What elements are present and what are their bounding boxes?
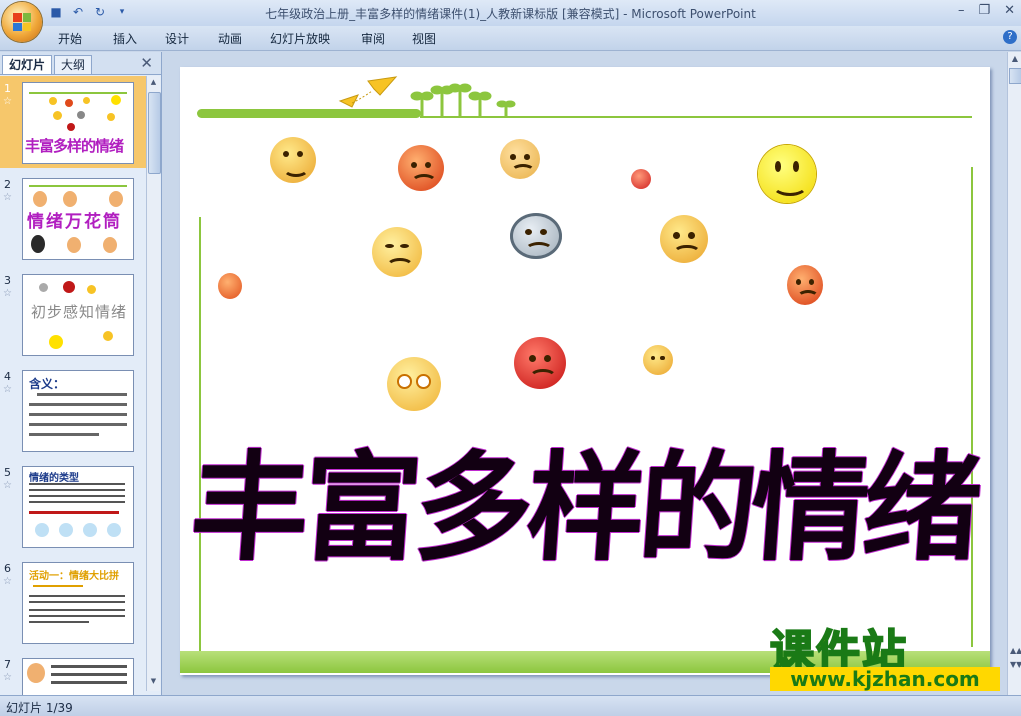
slide-indicator: 幻灯片 1/39 <box>6 701 73 715</box>
animation-star-icon: ☆ <box>3 96 12 107</box>
paper-plane-icon <box>338 76 398 108</box>
big-smiley-face-icon <box>758 145 816 203</box>
animation-star-icon: ☆ <box>3 192 12 203</box>
ribbon-tabs: 开始 插入 设计 动画 幻灯片放映 审阅 视图 ? <box>0 26 1021 51</box>
slide-thumbnail-5[interactable]: 5 ☆ 情绪的类型 <box>0 460 146 552</box>
help-icon[interactable]: ? <box>1003 30 1017 44</box>
tab-animation[interactable]: 动画 <box>218 30 242 47</box>
red-sad-face-icon <box>514 337 566 389</box>
animation-star-icon: ☆ <box>3 384 12 395</box>
slide-thumbnail-1[interactable]: 1 ☆ 丰富多样的情绪 <box>0 76 146 168</box>
animation-star-icon: ☆ <box>3 672 12 683</box>
panel-scrollbar[interactable]: ▲ ▼ <box>146 76 161 691</box>
slides-panel: 幻灯片 大纲 ✕ 1 ☆ 丰富多样的情绪 2 ☆ 情绪万花筒 3 ☆ 初步感知情… <box>0 52 162 695</box>
top-decor-line <box>197 109 421 118</box>
blushing-face-icon <box>387 357 441 411</box>
restore-icon[interactable]: ❐ <box>978 3 990 18</box>
crying-face-icon <box>643 345 673 375</box>
customize-icon[interactable]: ▾ <box>114 4 130 20</box>
sprouts-icon <box>410 83 516 117</box>
slide-canvas[interactable]: 丰富多样的情绪 <box>180 67 990 675</box>
slide-number: 4 <box>4 370 11 383</box>
tab-review[interactable]: 审阅 <box>361 30 385 47</box>
thumbnail-image: 含义： <box>22 370 134 452</box>
slide-number: 3 <box>4 274 11 287</box>
slide-editor: 丰富多样的情绪 <box>162 52 1010 695</box>
angry-red-face-icon <box>398 145 444 191</box>
watermark-logo: 课件站 www.kjzhan.com <box>769 615 1010 695</box>
slide-thumbnail-4[interactable]: 4 ☆ 含义： <box>0 364 146 456</box>
scroll-thumb[interactable] <box>1009 68 1021 84</box>
title-bar: 七年级政治上册_丰富多样的情绪课件(1)_人教新课标版 [兼容模式] - Mic… <box>0 0 1021 26</box>
quick-access-toolbar: ■ ↶ ↻ ▾ <box>48 4 130 20</box>
mad-face-icon <box>660 215 708 263</box>
grinning-face-icon <box>270 137 316 183</box>
thumbnail-title: 情绪万花筒 <box>27 212 122 232</box>
scroll-up-icon[interactable]: ▲ <box>148 78 159 90</box>
thumbnail-image: 情绪的类型 <box>22 466 134 548</box>
slide-number: 7 <box>4 658 11 671</box>
slide-number: 2 <box>4 178 11 191</box>
slide-number: 1 <box>4 82 11 95</box>
office-logo-icon <box>13 13 31 31</box>
tab-home[interactable]: 开始 <box>58 30 82 47</box>
animation-star-icon: ☆ <box>3 576 12 587</box>
tab-slideshow[interactable]: 幻灯片放映 <box>270 30 330 47</box>
close-icon[interactable]: ✕ <box>1004 3 1015 18</box>
tab-design[interactable]: 设计 <box>165 30 189 47</box>
slide-thumbnail-7[interactable]: 7 ☆ <box>0 652 146 695</box>
close-panel-icon[interactable]: ✕ <box>140 54 153 72</box>
slide-thumbnail-6[interactable]: 6 ☆ 活动一：情绪大比拼 <box>0 556 146 648</box>
slide-number: 6 <box>4 562 11 575</box>
slide-thumbnails: 1 ☆ 丰富多样的情绪 2 ☆ 情绪万花筒 3 ☆ 初步感知情绪 4 ☆ 含义：… <box>0 76 146 695</box>
furious-face-icon <box>787 265 823 305</box>
watermark-url: www.kjzhan.com <box>770 667 1000 691</box>
tab-view[interactable]: 视图 <box>412 30 436 47</box>
thumbnail-image <box>22 658 134 695</box>
thumbnail-image: 初步感知情绪 <box>22 274 134 356</box>
scroll-up-icon[interactable]: ▲ <box>1010 54 1020 63</box>
tab-slides[interactable]: 幻灯片 <box>2 55 53 74</box>
scroll-down-icon[interactable]: ▼ <box>148 677 159 689</box>
thumbnail-title: 含义： <box>29 377 66 391</box>
slide-thumbnail-2[interactable]: 2 ☆ 情绪万花筒 <box>0 172 146 264</box>
thumbnail-title: 活动一：情绪大比拼 <box>29 571 119 582</box>
previous-slide-icon[interactable]: ▲▲ <box>1010 646 1021 655</box>
redo-icon[interactable]: ↻ <box>92 4 108 20</box>
animation-star-icon: ☆ <box>3 288 12 299</box>
undo-icon[interactable]: ↶ <box>70 4 86 20</box>
slide-thumbnail-3[interactable]: 3 ☆ 初步感知情绪 <box>0 268 146 360</box>
tab-insert[interactable]: 插入 <box>113 30 137 47</box>
thumbnail-image: 活动一：情绪大比拼 <box>22 562 134 644</box>
minimize-icon[interactable]: – <box>958 3 965 18</box>
animation-star-icon: ☆ <box>3 480 12 491</box>
save-icon[interactable]: ■ <box>48 4 64 20</box>
office-button[interactable] <box>2 2 42 42</box>
window-controls: – ❐ ✕ <box>958 3 1015 18</box>
window-title: 七年级政治上册_丰富多样的情绪课件(1)_人教新课标版 [兼容模式] - Mic… <box>265 7 756 21</box>
annoyed-face-icon <box>372 227 422 277</box>
slide-number: 5 <box>4 466 11 479</box>
editor-scrollbar[interactable]: ▲ ▲▲ ▼▼ <box>1007 52 1021 695</box>
slide-title[interactable]: 丰富多样的情绪 <box>186 412 990 583</box>
next-slide-icon[interactable]: ▼▼ <box>1010 660 1021 669</box>
tab-outline[interactable]: 大纲 <box>54 55 93 74</box>
thumbnail-title: 初步感知情绪 <box>31 303 128 321</box>
scroll-thumb[interactable] <box>148 92 161 174</box>
thumbnail-title: 丰富多样的情绪 <box>25 137 124 155</box>
thumbnail-image: 丰富多样的情绪 <box>22 82 134 164</box>
panel-tabs: 幻灯片 大纲 ✕ <box>0 52 161 75</box>
sad-pale-face-icon <box>500 139 540 179</box>
status-bar: 幻灯片 1/39 <box>0 695 1021 716</box>
tiny-orange-face-icon <box>218 273 242 299</box>
thumbnail-image: 情绪万花筒 <box>22 178 134 260</box>
small-red-face-icon <box>631 169 651 189</box>
thumbnail-title: 情绪的类型 <box>29 473 79 484</box>
gray-frown-face-icon <box>510 213 562 259</box>
